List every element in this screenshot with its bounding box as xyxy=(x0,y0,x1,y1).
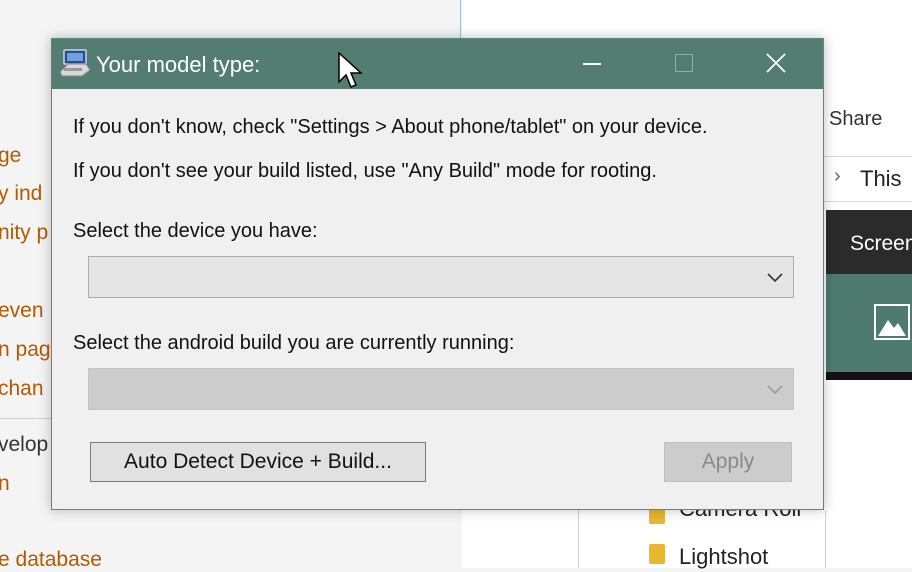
background-divider-line xyxy=(460,0,461,40)
background-link[interactable]: y ind xyxy=(0,182,42,206)
mouse-pointer-icon xyxy=(338,52,363,88)
background-link[interactable]: nity p xyxy=(0,221,48,245)
chevron-right-icon: › xyxy=(834,165,841,187)
preview-header: Screen xyxy=(826,210,912,274)
background-link[interactable]: n xyxy=(0,472,10,496)
background-link[interactable]: ge xyxy=(0,144,21,168)
explorer-ribbon xyxy=(824,40,912,150)
background-text: velop xyxy=(0,433,49,456)
info-text-settings: If you don't know, check "Settings > Abo… xyxy=(73,116,708,138)
dialog-titlebar[interactable]: Your model type: xyxy=(52,39,823,89)
close-button[interactable] xyxy=(730,39,822,89)
folder-icon xyxy=(649,544,665,564)
build-dropdown[interactable] xyxy=(88,368,794,410)
auto-detect-button[interactable]: Auto Detect Device + Build... xyxy=(90,442,426,482)
dialog-title: Your model type: xyxy=(96,52,261,77)
folder-list: Camera Roll Lightshot xyxy=(578,496,826,570)
background-link[interactable]: n pag xyxy=(0,338,51,362)
device-label: Select the device you have: xyxy=(73,220,318,242)
device-dropdown[interactable] xyxy=(88,256,794,298)
model-type-dialog: Your model type: If you don't know, chec… xyxy=(51,38,824,510)
background-link[interactable]: chan xyxy=(0,377,44,401)
preview-area xyxy=(826,274,912,372)
preview-border xyxy=(826,372,912,380)
apply-button[interactable]: Apply xyxy=(664,442,792,482)
image-icon xyxy=(874,304,910,340)
share-tab[interactable]: Share xyxy=(829,108,882,131)
computer-network-icon xyxy=(59,49,91,77)
build-label: Select the android build you are current… xyxy=(73,332,515,354)
close-icon xyxy=(766,53,786,73)
info-text-any-build: If you don't see your build listed, use … xyxy=(73,160,657,182)
address-text: This xyxy=(860,166,902,191)
chevron-down-icon xyxy=(767,273,783,283)
folder-item[interactable]: Lightshot xyxy=(679,544,768,570)
maximize-icon xyxy=(675,54,693,72)
background-link[interactable]: even xyxy=(0,299,44,323)
maximize-button[interactable] xyxy=(638,39,730,89)
address-bar[interactable]: › This xyxy=(824,156,912,202)
background-link[interactable]: e database xyxy=(0,548,102,572)
minimize-icon xyxy=(583,63,601,65)
preview-header-text: Screen xyxy=(850,232,912,255)
minimize-button[interactable] xyxy=(546,39,638,89)
chevron-down-icon xyxy=(767,385,783,395)
